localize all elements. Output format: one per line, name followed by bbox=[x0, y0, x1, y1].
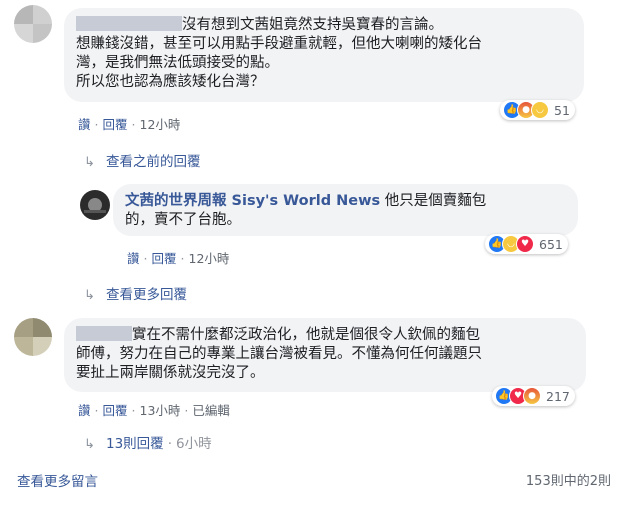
comment-actions: 讚 · 回覆 · 13小時 · 已編輯 bbox=[78, 403, 230, 418]
reply-arrow-icon: ↳ bbox=[84, 155, 95, 170]
comment-pagination: 153則中的2則 bbox=[525, 474, 611, 489]
commenter-avatar[interactable] bbox=[14, 318, 52, 356]
reply-author-name[interactable]: 文茜的世界周報 Sisy's World News bbox=[125, 193, 380, 209]
reaction-summary[interactable]: 👍 ♥ ● 217 bbox=[492, 386, 575, 406]
timestamp[interactable]: 13小時 bbox=[140, 403, 181, 418]
like-link[interactable]: 讚 bbox=[78, 403, 91, 418]
replies-count[interactable]: 13則回覆 bbox=[106, 436, 164, 452]
reply-arrow-icon: ↳ bbox=[84, 437, 95, 452]
commenter-name-redacted[interactable] bbox=[76, 16, 182, 31]
like-link[interactable]: 讚 bbox=[127, 251, 140, 266]
reply-link[interactable]: 回覆 bbox=[152, 251, 177, 266]
reply-link[interactable]: 回覆 bbox=[103, 117, 128, 132]
comment-text-line: 要扯上兩岸關係就沒完沒了。 bbox=[76, 365, 265, 381]
timestamp[interactable]: 12小時 bbox=[140, 117, 181, 132]
reply-link[interactable]: 回覆 bbox=[103, 403, 128, 418]
comment-text-line: 師傅，努力在自己的專業上讓台灣被看見。不懂為何任何議題只 bbox=[76, 346, 482, 362]
commenter-name-redacted[interactable] bbox=[76, 326, 132, 341]
reaction-summary[interactable]: 👍 ● ◡ 51 bbox=[500, 100, 575, 120]
page-avatar[interactable] bbox=[80, 190, 110, 220]
comment-actions: 讚 · 回覆 · 12小時 bbox=[78, 117, 181, 132]
timestamp[interactable]: 12小時 bbox=[189, 251, 230, 266]
reply-actions: 讚 · 回覆 · 12小時 bbox=[127, 251, 230, 266]
reaction-count: 217 bbox=[546, 388, 570, 404]
reply-bubble: 文茜的世界周報 Sisy's World News 他只是個賣麵包 的，賣不了台… bbox=[113, 184, 578, 236]
comment-bubble: 實在不需什麼都泛政治化，他就是個很令人欽佩的麵包 師傅，努力在自己的專業上讓台灣… bbox=[64, 318, 586, 392]
comment-bubble: 沒有想到文茜姐竟然支持吳寶春的言論。 想賺錢沒錯，甚至可以用點手段避重就輕，但他… bbox=[64, 8, 584, 102]
replies-time: 6小時 bbox=[175, 436, 212, 452]
view-more-comments-link[interactable]: 查看更多留言 bbox=[17, 470, 98, 490]
commenter-avatar[interactable] bbox=[14, 5, 52, 43]
comment-text-line: 沒有想到文茜姐竟然支持吳寶春的言論。 bbox=[182, 17, 443, 33]
comment-text-line: 想賺錢沒錯，甚至可以用點手段避重就輕，但他大喇喇的矮化台 bbox=[76, 36, 482, 52]
comment-text-line: 所以您也認為應該矮化台灣？ bbox=[76, 74, 265, 90]
reaction-summary[interactable]: 👍 ◡ ♥ 651 bbox=[485, 234, 568, 254]
reply-arrow-icon: ↳ bbox=[84, 288, 95, 303]
comment-text-line: 實在不需什麼都泛政治化，他就是個很令人欽佩的麵包 bbox=[132, 327, 480, 343]
view-more-replies-link[interactable]: ↳ 查看更多回覆 bbox=[84, 283, 187, 303]
reaction-count: 51 bbox=[554, 102, 570, 118]
reply-text-line: 他只是個賣麵包 bbox=[384, 193, 487, 209]
reply-text-line: 的，賣不了台胞。 bbox=[125, 212, 241, 228]
comment-text-line: 灣，是我們無法低頭接受的點。 bbox=[76, 55, 279, 71]
view-previous-replies-link[interactable]: ↳ 查看之前的回覆 bbox=[84, 150, 201, 170]
angry-icon: ● bbox=[523, 387, 541, 405]
like-link[interactable]: 讚 bbox=[78, 117, 91, 132]
edited-label[interactable]: 已編輯 bbox=[192, 403, 230, 418]
love-icon: ♥ bbox=[516, 235, 534, 253]
replies-summary-link[interactable]: ↳ 13則回覆 · 6小時 bbox=[84, 432, 212, 452]
reaction-count: 651 bbox=[539, 236, 563, 252]
haha-icon: ◡ bbox=[531, 101, 549, 119]
